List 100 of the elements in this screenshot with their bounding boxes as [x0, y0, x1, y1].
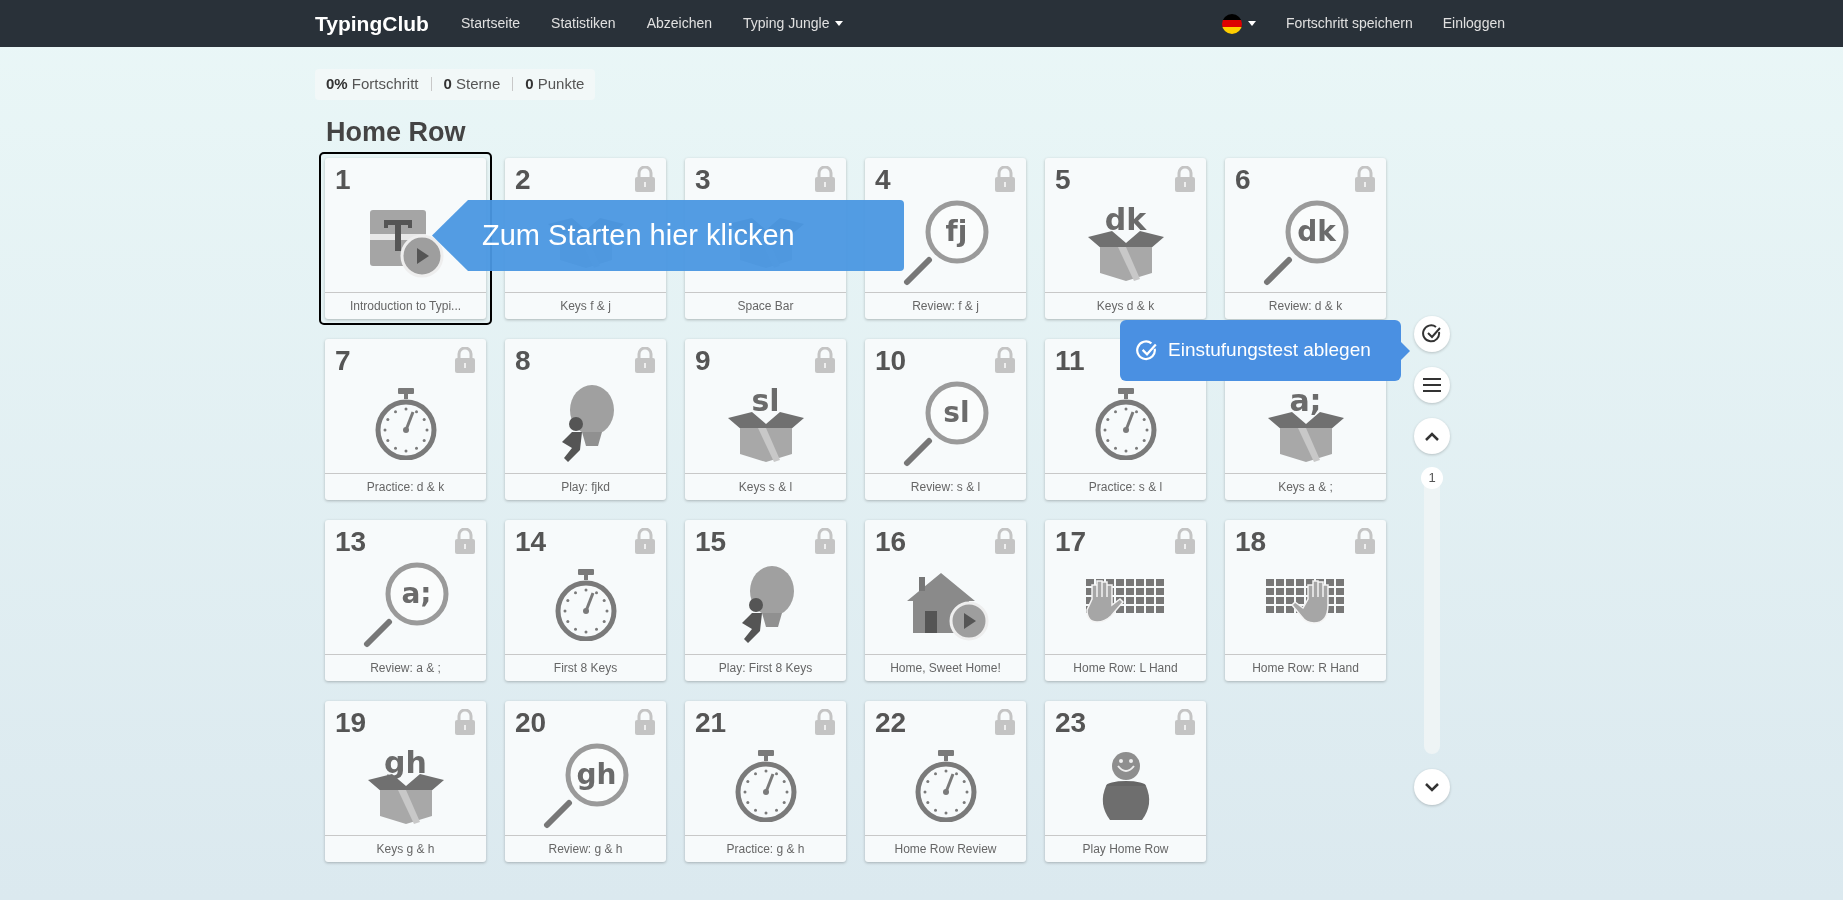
lesson-title: Keys g & h	[376, 841, 435, 858]
nav-link[interactable]: Startseite	[460, 13, 521, 34]
key-letters: dk	[1297, 218, 1336, 246]
open-box-icon	[1087, 231, 1164, 281]
lesson-title: Keys f & j	[560, 298, 611, 315]
lesson-title: Home Row Review	[894, 841, 997, 858]
padlock-icon	[1354, 166, 1376, 192]
lesson-card[interactable]: 18 Home Row: R Hand	[1225, 520, 1386, 681]
lesson-title: Introduction to Typi...	[349, 298, 462, 315]
padlock-icon	[1174, 166, 1196, 192]
magnifier-icon	[902, 381, 989, 467]
padlock-icon	[634, 166, 656, 192]
lesson-card[interactable]: 9 sl Keys s & l	[685, 339, 846, 500]
lesson-card[interactable]: 16 Home, Sweet Home!	[865, 520, 1026, 681]
lesson-number: 18	[1235, 528, 1267, 556]
tooltip-pointer-icon	[1401, 341, 1410, 360]
lesson-number: 23	[1055, 709, 1087, 737]
key-letters: fj	[945, 218, 968, 246]
chevron-down-icon	[1425, 782, 1439, 792]
lesson-title: Play: fjkd	[561, 479, 610, 496]
lesson-title: Home Row: L Hand	[1073, 660, 1178, 677]
lesson-number: 21	[695, 709, 727, 737]
padlock-icon	[994, 347, 1016, 373]
site-logo[interactable]: TypingClub	[315, 7, 429, 40]
scroll-down-button[interactable]	[1414, 769, 1450, 805]
padlock-icon	[994, 166, 1016, 192]
lesson-number: 1	[335, 166, 351, 194]
padlock-icon	[814, 709, 836, 735]
lesson-title: Home Row: R Hand	[1252, 660, 1359, 677]
lesson-title: Review: s & l	[910, 479, 981, 496]
placement-test-button[interactable]	[1414, 316, 1450, 352]
key-letters: sl	[943, 399, 970, 427]
lesson-card[interactable]: 17 Home Row: L Hand	[1045, 520, 1206, 681]
lesson-title: Review: g & h	[548, 841, 623, 858]
lesson-number: 10	[875, 347, 907, 375]
lesson-number: 11	[1055, 347, 1085, 375]
section-heading: Home Row	[326, 115, 467, 149]
padlock-icon	[814, 347, 836, 373]
lesson-card[interactable]: 6 dk Review: d & k	[1225, 158, 1386, 319]
lesson-card[interactable]: 15 Play: First 8 Keys	[685, 520, 846, 681]
lesson-card[interactable]: 8 Play: fjkd	[505, 339, 666, 500]
page-indicator[interactable]: 1	[1421, 467, 1443, 489]
lesson-number: 9	[695, 347, 711, 375]
lesson-card[interactable]: 22 Home Row Review	[865, 701, 1026, 862]
lesson-number: 19	[335, 709, 367, 737]
lesson-title: Keys d & k	[1096, 298, 1155, 315]
lesson-number: 15	[695, 528, 727, 556]
padlock-icon	[814, 166, 836, 192]
key-letters: dk	[1104, 205, 1147, 235]
lesson-card[interactable]: 23 Play Home Row	[1045, 701, 1206, 862]
lesson-number: 14	[515, 528, 547, 556]
lesson-title: Review: a & ;	[370, 660, 441, 677]
padlock-icon	[1354, 528, 1376, 554]
nav-link[interactable]: Fortschritt speichern	[1285, 13, 1413, 34]
lesson-card[interactable]: 20 gh Review: g & h	[505, 701, 666, 862]
padlock-icon	[1174, 528, 1196, 554]
lesson-card[interactable]: 14 First 8 Keys	[505, 520, 666, 681]
lesson-card[interactable]: 7 Practice: d & k	[325, 339, 486, 500]
menu-button[interactable]	[1414, 367, 1450, 403]
scroll-up-button[interactable]	[1414, 418, 1450, 454]
nav-link[interactable]: Typing Jungle	[743, 13, 844, 34]
padlock-icon	[454, 347, 476, 373]
lesson-number: 3	[695, 166, 711, 194]
lesson-number: 7	[335, 347, 351, 375]
padlock-icon	[994, 709, 1016, 735]
check-circle-icon	[1422, 324, 1442, 344]
padlock-icon	[814, 528, 836, 554]
lesson-number: 6	[1235, 166, 1251, 194]
lesson-title: Play: First 8 Keys	[718, 660, 813, 677]
lesson-title: Practice: d & k	[366, 479, 445, 496]
lesson-card[interactable]: 5 dk Keys d & k	[1045, 158, 1206, 319]
nav-link[interactable]: Einloggen	[1442, 13, 1505, 34]
lesson-title: First 8 Keys	[553, 660, 618, 677]
lesson-title: Keys s & l	[738, 479, 793, 496]
key-letters: sl	[751, 386, 780, 416]
lesson-title: Practice: s & l	[1088, 479, 1163, 496]
language-selector[interactable]	[1221, 13, 1256, 34]
lesson-title: Review: d & k	[1268, 298, 1343, 315]
open-box-icon	[727, 412, 804, 462]
lesson-card[interactable]: 13 a; Review: a & ;	[325, 520, 486, 681]
key-letters: a;	[401, 580, 432, 608]
nav-link[interactable]: Statistiken	[551, 13, 616, 34]
lesson-number: 13	[335, 528, 367, 556]
tooltip-pointer-icon	[432, 200, 468, 271]
magnifier-icon	[362, 562, 449, 648]
chevron-up-icon	[1425, 431, 1439, 441]
key-letters: a;	[1289, 386, 1322, 416]
magnifier-icon	[1262, 200, 1349, 286]
progress-stat: 0% Fortschritt	[326, 74, 419, 94]
lesson-card[interactable]: 21 Practice: g & h	[685, 701, 846, 862]
lesson-title: Practice: g & h	[726, 841, 805, 858]
nav-link[interactable]: Abzeichen	[646, 13, 713, 34]
menu-icon	[1423, 378, 1441, 392]
lesson-number: 20	[515, 709, 547, 737]
lesson-title: Home, Sweet Home!	[890, 660, 1001, 677]
lesson-number: 17	[1055, 528, 1087, 556]
lesson-card[interactable]: 10 sl Review: s & l	[865, 339, 1026, 500]
lesson-title: Keys a & ;	[1278, 479, 1333, 496]
lesson-title: Play Home Row	[1082, 841, 1169, 858]
lesson-title: Review: f & j	[912, 298, 979, 315]
